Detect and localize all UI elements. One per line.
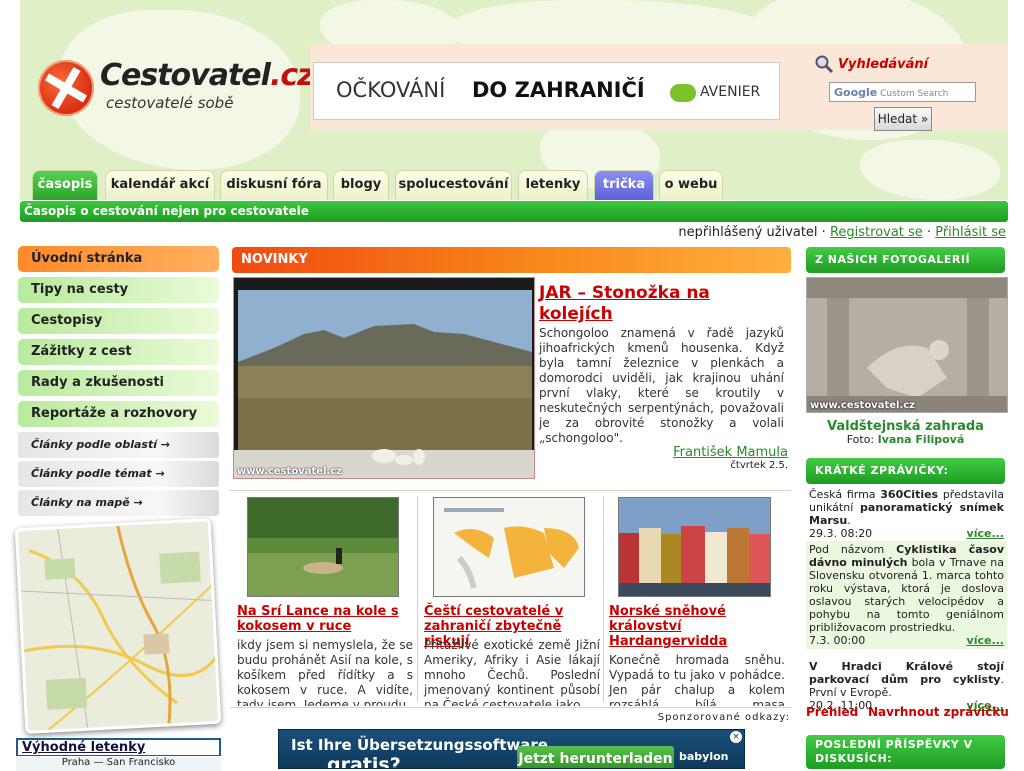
column-separator bbox=[603, 496, 604, 702]
tab-o-webu[interactable]: o webu bbox=[659, 170, 723, 200]
sidebar-link-topics[interactable]: Články podle témat → bbox=[18, 461, 219, 487]
flights-header[interactable]: Výhodné letenky bbox=[16, 738, 221, 756]
ad-line-1: Ist Ihre Übersetzungssoftware bbox=[291, 736, 548, 754]
article-text: Přitažlivé exotické země Jižní Ameriky, … bbox=[424, 638, 600, 706]
gallery-caption[interactable]: Valdštejnská zahrada bbox=[806, 419, 1005, 434]
tab-kalendar[interactable]: kalendář akcí bbox=[105, 170, 215, 200]
divider bbox=[230, 707, 791, 708]
column-separator bbox=[417, 496, 418, 702]
tab-tricka[interactable]: trička bbox=[594, 170, 654, 200]
sidebar-item-home[interactable]: Úvodní stránka bbox=[18, 246, 219, 272]
tab-fora[interactable]: diskusní fóra bbox=[220, 170, 328, 200]
sidebar-item-advice[interactable]: Rady a zkušenosti bbox=[18, 370, 219, 396]
search-label: Vyhledávání bbox=[838, 57, 929, 72]
main-article-author[interactable]: František Mamula bbox=[673, 445, 788, 460]
user-status-text: nepřihlášený uživatel bbox=[678, 225, 818, 240]
magnifier-icon bbox=[815, 55, 834, 74]
tab-letenky[interactable]: letenky bbox=[518, 170, 588, 200]
ad-brand: babylon bbox=[679, 750, 729, 763]
tab-spolucestovani[interactable]: spolucestování bbox=[395, 170, 512, 200]
tab-casopis[interactable]: časopis bbox=[32, 170, 98, 200]
sidebar-item-tips[interactable]: Tipy na cesty bbox=[18, 277, 219, 303]
main-article-image[interactable]: www.cestovatel.cz bbox=[233, 277, 535, 479]
ad-line-2: gratis? bbox=[327, 754, 401, 769]
login-link[interactable]: Přihlásit se bbox=[935, 225, 1006, 240]
main-article-date: čtvrtek 2.5. bbox=[730, 460, 788, 471]
news-overview-link[interactable]: Přehled bbox=[806, 705, 858, 719]
site-tagline: cestovatelé sobě bbox=[106, 94, 234, 112]
search-button[interactable]: Hledat » bbox=[874, 107, 932, 131]
article-card: Čeští cestovatelé v zahraničí zbytečně r… bbox=[420, 492, 603, 706]
banner-ad[interactable]: OČKOVÁNÍ DO ZAHRANIČÍ AVENIER bbox=[313, 62, 780, 120]
forum-header: POSLEDNÍ PŘÍSPĚVKY V DISKUSÍCH: bbox=[806, 735, 1005, 769]
site-logo[interactable]: Cestovatel.cz bbox=[100, 58, 315, 93]
more-link[interactable]: více... bbox=[967, 634, 1004, 647]
bottom-ad[interactable]: Ist Ihre Übersetzungssoftware gratis? Je… bbox=[278, 729, 745, 769]
short-news-item: Pod názvom Cyklistika časov dávno minulý… bbox=[806, 541, 1007, 649]
article-image[interactable] bbox=[247, 497, 399, 597]
article-title[interactable]: Na Srí Lance na kole s kokosem v ruce bbox=[237, 604, 413, 634]
sidebar-item-travelogues[interactable]: Cestopisy bbox=[18, 308, 219, 334]
news-time: 7.3. 00:00 bbox=[809, 634, 866, 647]
short-news-item: Česká firma 360Cities představila unikát… bbox=[809, 488, 1004, 540]
register-link[interactable]: Registrovat se bbox=[830, 225, 923, 240]
user-status: nepřihlášený uživatel · Registrovat se ·… bbox=[678, 225, 1006, 240]
news-time: 29.3. 08:20 bbox=[809, 527, 873, 540]
sidebar-item-reports[interactable]: Reportáže a rozhovory bbox=[18, 401, 219, 427]
gallery-author: Foto: Ivana Filipová bbox=[846, 433, 965, 446]
banner-brand: AVENIER bbox=[700, 84, 761, 100]
article-image[interactable] bbox=[618, 497, 771, 597]
ad-download-button[interactable]: Jetzt herunterladen bbox=[517, 746, 674, 768]
article-image[interactable] bbox=[433, 497, 585, 597]
sidebar-link-map[interactable]: Články na mapě → bbox=[18, 490, 219, 516]
article-text: Konečně hromada sněhu. Vypadá to tu jako… bbox=[609, 653, 785, 706]
sponsored-label: Sponzorované odkazy: bbox=[657, 712, 790, 723]
more-link[interactable]: více... bbox=[967, 527, 1004, 540]
short-news-header: KRÁTKÉ ZPRÁVIČKY: bbox=[806, 458, 1005, 484]
flight-route[interactable]: Praha — San Francisko bbox=[16, 757, 221, 771]
subtitle-bar: Časopis o cestování nejen pro cestovatel… bbox=[20, 201, 1008, 222]
search-input[interactable]: Google Custom Search bbox=[829, 82, 976, 102]
main-article-title[interactable]: JAR – Stonožka na kolejích bbox=[539, 283, 789, 325]
divider bbox=[230, 490, 791, 491]
article-card: Na Srí Lance na kole s kokosem v ruce ik… bbox=[233, 492, 416, 706]
logo-globe-icon[interactable] bbox=[38, 60, 94, 116]
main-article-text: Schongoloo znamená v řadě jazyků jihoafr… bbox=[539, 326, 784, 445]
article-title[interactable]: Norské sněhové království Hardangervidda bbox=[609, 604, 785, 649]
banner-text-1: OČKOVÁNÍ bbox=[336, 78, 446, 102]
close-icon[interactable]: × bbox=[730, 731, 742, 743]
news-header: NOVINKY bbox=[232, 247, 791, 273]
gallery-photo[interactable]: www.cestovatel.cz bbox=[806, 277, 1008, 413]
suggest-news-link[interactable]: Navrhnout zprávičku bbox=[868, 705, 1009, 719]
image-watermark: www.cestovatel.cz bbox=[237, 466, 342, 477]
image-watermark: www.cestovatel.cz bbox=[810, 400, 915, 411]
tab-blogy[interactable]: blogy bbox=[333, 170, 389, 200]
article-text: ikdy jsem si nemyslela, že se budu prohá… bbox=[237, 638, 413, 706]
banner-text-2: DO ZAHRANIČÍ bbox=[472, 78, 645, 102]
gallery-header: Z NAŠICH FOTOGALERIÍ bbox=[806, 247, 1005, 273]
articles-map[interactable] bbox=[14, 518, 222, 734]
sidebar-link-regions[interactable]: Články podle oblastí → bbox=[18, 432, 219, 458]
avenier-logo-icon bbox=[670, 84, 696, 102]
sidebar-item-experiences[interactable]: Zážitky z cest bbox=[18, 339, 219, 365]
article-card: Norské sněhové království Hardangervidda… bbox=[605, 492, 788, 706]
